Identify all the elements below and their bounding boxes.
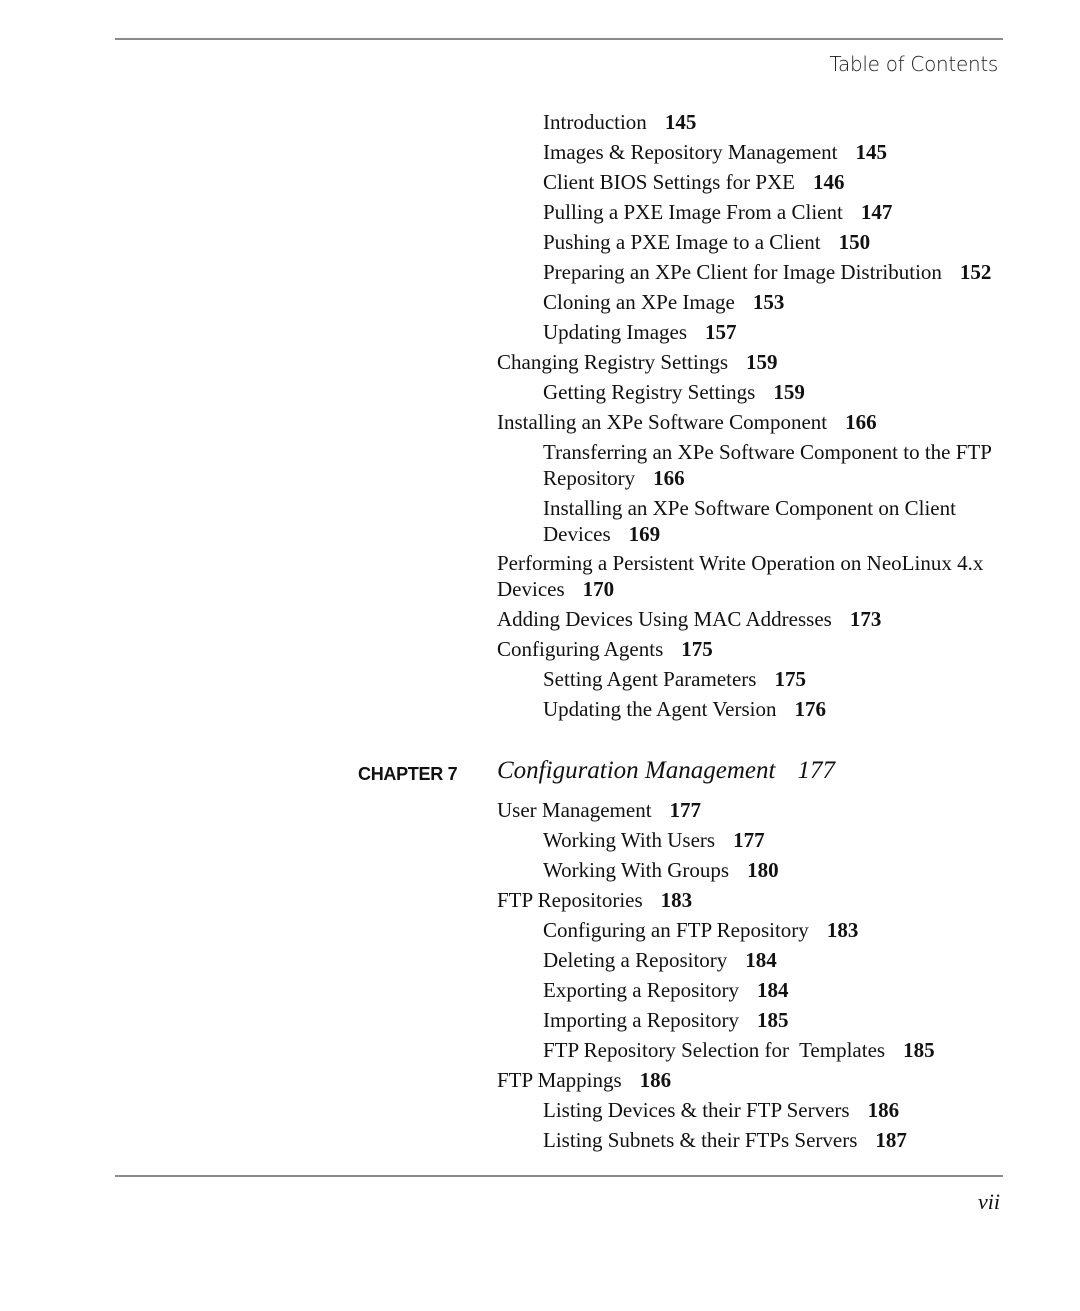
toc-entry[interactable]: Changing Registry Settings 159 <box>497 350 778 376</box>
toc-entry-page: 184 <box>745 948 777 972</box>
toc-entry[interactable]: FTP Mappings 186 <box>497 1068 671 1094</box>
toc-entry-page: 183 <box>660 888 693 912</box>
toc-entry-title: Listing Devices & their FTP Servers <box>543 1098 850 1122</box>
toc-entry-title: Changing Registry Settings <box>497 350 728 374</box>
toc-entry-page: 173 <box>849 607 882 631</box>
toc-entry-title: Updating Images <box>543 320 688 344</box>
toc-entry-title: Setting Agent Parameters <box>543 667 757 691</box>
toc-entry-title: Installing an XPe Software Component on … <box>543 496 956 546</box>
toc-entry-title: Deleting a Repository <box>543 948 728 972</box>
toc-entry-title: Transferring an XPe Software Component t… <box>543 440 992 490</box>
header-rule <box>115 38 1003 40</box>
toc-entry[interactable]: Configuring an FTP Repository 183 <box>543 918 858 944</box>
toc-entry-page: 186 <box>639 1068 672 1092</box>
toc-entry[interactable]: FTP Repositories 183 <box>497 888 692 914</box>
toc-entry[interactable]: Introduction 145 <box>543 110 696 136</box>
toc-entry[interactable]: Client BIOS Settings for PXE 146 <box>543 170 845 196</box>
toc-entry[interactable]: Getting Registry Settings 159 <box>543 380 805 406</box>
toc-entry-page: 175 <box>681 637 713 661</box>
toc-entry-page: 180 <box>747 858 779 882</box>
running-head: Table of Contents <box>829 52 998 76</box>
toc-entry[interactable]: Exporting a Repository 184 <box>543 978 788 1004</box>
toc-entry-title: Pushing a PXE Image to a Client <box>543 230 821 254</box>
toc-entry-page: 183 <box>826 918 859 942</box>
toc-entry-title: Installing an XPe Software Component <box>497 410 828 434</box>
chapter-page: 177 <box>797 757 835 784</box>
toc-entry-page: 185 <box>903 1038 935 1062</box>
toc-entry-page: 166 <box>653 465 685 490</box>
toc-entry[interactable]: User Management 177 <box>497 798 701 824</box>
page-number: vii <box>978 1189 1000 1214</box>
toc-entry-title: Configuring an FTP Repository <box>543 918 809 942</box>
toc-entry[interactable]: Images & Repository Management 145 <box>543 140 887 166</box>
toc-entry-page: 157 <box>705 320 737 344</box>
toc-entry[interactable]: Adding Devices Using MAC Addresses 173 <box>497 607 881 633</box>
toc-entry[interactable]: Transferring an XPe Software Component t… <box>543 440 1013 491</box>
toc-entry[interactable]: FTP Repository Selection for Templates 18… <box>543 1038 935 1064</box>
toc-entry-title: Pulling a PXE Image From a Client <box>543 200 843 224</box>
toc-entry[interactable]: Importing a Repository 185 <box>543 1008 788 1034</box>
toc-entry-title: Updating the Agent Version <box>543 697 777 721</box>
toc-entry-title: Exporting a Repository <box>543 978 739 1002</box>
toc-entry[interactable]: Updating Images 157 <box>543 320 737 346</box>
toc-entry-page: 187 <box>875 1128 907 1152</box>
toc-entry-page: 170 <box>582 576 615 601</box>
toc-entry-title: Getting Registry Settings <box>543 380 756 404</box>
chapter-heading[interactable]: Configuration Management 177 <box>497 757 835 785</box>
toc-entry[interactable]: Working With Users 177 <box>543 828 765 854</box>
toc-entry[interactable]: Deleting a Repository 184 <box>543 948 777 974</box>
toc-entry-page: 159 <box>773 380 805 404</box>
toc-entry[interactable]: Pushing a PXE Image to a Client 150 <box>543 230 870 256</box>
toc-entry-page: 147 <box>860 200 893 224</box>
toc-entry-title: Working With Groups <box>543 858 730 882</box>
toc-entry-title: Configuring Agents <box>497 637 664 661</box>
toc-entry-title: Importing a Repository <box>543 1008 739 1032</box>
toc-entry-page: 153 <box>752 290 785 314</box>
toc-entry-title: Images & Repository Management <box>543 140 838 164</box>
toc-entry-page: 145 <box>664 110 697 134</box>
toc-entry-title: Adding Devices Using MAC Addresses <box>497 607 832 631</box>
toc-entry-page: 177 <box>733 828 765 852</box>
toc-entry[interactable]: Installing an XPe Software Component 166 <box>497 410 877 436</box>
toc-entry-page: 159 <box>746 350 778 374</box>
toc-entry-title: Listing Subnets & their FTPs Servers <box>543 1128 858 1152</box>
toc-entry-page: 146 <box>813 170 845 194</box>
toc-entry-page: 152 <box>959 260 992 284</box>
chapter-title: Configuration Management <box>497 757 776 784</box>
toc-entry[interactable]: Updating the Agent Version 176 <box>543 697 826 723</box>
toc-entry-page: 169 <box>628 521 661 546</box>
footer-rule <box>115 1175 1003 1177</box>
toc-entry-page: 145 <box>855 140 888 164</box>
toc-entry[interactable]: Installing an XPe Software Component on … <box>543 496 1013 547</box>
toc-entry[interactable]: Performing a Persistent Write Operation … <box>497 551 1002 602</box>
toc-entry-title: Introduction <box>543 110 647 134</box>
toc-entry-title: Cloning an XPe Image <box>543 290 735 314</box>
chapter-label: CHAPTER 7 <box>358 764 458 784</box>
toc-entry-title: FTP Repositories <box>497 888 643 912</box>
toc-entry-page: 186 <box>867 1098 900 1122</box>
toc-entry-title: FTP Repository Selection for Templates <box>543 1038 886 1062</box>
toc-entry-page: 184 <box>756 978 789 1002</box>
toc-entry[interactable]: Listing Devices & their FTP Servers 186 <box>543 1098 899 1124</box>
toc-entry-title: FTP Mappings <box>497 1068 622 1092</box>
toc-entry[interactable]: Configuring Agents 175 <box>497 637 713 663</box>
toc-entry[interactable]: Pulling a PXE Image From a Client 147 <box>543 200 892 226</box>
toc-entry[interactable]: Setting Agent Parameters 175 <box>543 667 806 693</box>
toc-entry-title: User Management <box>497 798 652 822</box>
toc-entry-page: 185 <box>756 1008 789 1032</box>
toc-entry-title: Working With Users <box>543 828 716 852</box>
toc-entry[interactable]: Preparing an XPe Client for Image Distri… <box>543 260 991 286</box>
toc-entry[interactable]: Cloning an XPe Image 153 <box>543 290 784 316</box>
toc-entry-page: 166 <box>845 410 877 434</box>
toc-entry[interactable]: Working With Groups 180 <box>543 858 779 884</box>
toc-entry-title: Client BIOS Settings for PXE <box>543 170 796 194</box>
toc-entry-page: 177 <box>669 798 702 822</box>
toc-entry-page: 175 <box>774 667 806 691</box>
toc-entry-title: Preparing an XPe Client for Image Distri… <box>543 260 942 284</box>
toc-entry-page: 176 <box>794 697 827 721</box>
toc-entry[interactable]: Listing Subnets & their FTPs Servers 187 <box>543 1128 907 1154</box>
toc-entry-page: 150 <box>838 230 871 254</box>
toc-entry-title: Performing a Persistent Write Operation … <box>497 551 984 601</box>
